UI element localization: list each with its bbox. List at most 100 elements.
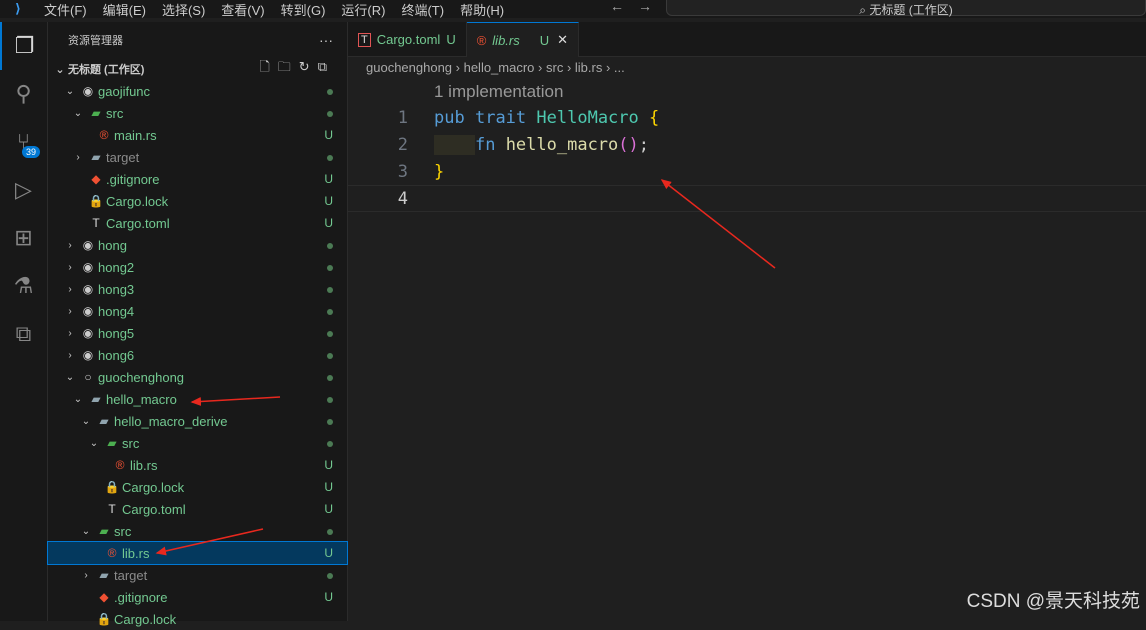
tree-item-label: Cargo.toml [122, 501, 186, 517]
tree-item[interactable]: T Cargo.toml U [48, 498, 347, 520]
menu-item[interactable]: 选择(S) [154, 0, 213, 19]
tab-label: lib.rs [492, 32, 520, 48]
chevron-down-icon: ⌄ [55, 63, 65, 76]
breadcrumb-item[interactable]: hello_macro [464, 60, 535, 75]
workspace-name: 无标题 (工作区) [68, 64, 145, 76]
menu-item[interactable]: 终端(T) [393, 0, 452, 19]
modified-dot-icon [327, 370, 333, 384]
tree-item[interactable]: › ◉ hong4 [48, 300, 347, 322]
tree-item[interactable]: ⌄ ○ guochenghong [48, 366, 347, 388]
line-number: 1 [397, 107, 408, 128]
chevron-right-icon: › [76, 151, 80, 163]
chevron-down-icon: ⌄ [81, 525, 91, 537]
tree-item[interactable]: › ◉ hong5 [48, 322, 347, 344]
modified-dot-icon [327, 436, 333, 450]
tree-item-label: hello_macro_derive [114, 413, 228, 429]
line-number: 2 [397, 134, 408, 155]
git-status: U [324, 128, 333, 142]
git-status: U [324, 502, 333, 516]
token: { [649, 107, 660, 128]
workspace-header[interactable]: ⌄ 无标题 (工作区) 🗋🗀↻⧉ [48, 58, 347, 80]
tab-lib.rs[interactable]: ® lib.rs U ✕ [466, 22, 580, 57]
scm-badge: 39 [22, 146, 41, 158]
testing-icon[interactable]: ⚗ [0, 262, 47, 310]
indent-guide [434, 134, 475, 155]
tab-Cargo.toml[interactable]: T Cargo.toml U [348, 22, 467, 57]
tree-item-label: target [106, 149, 140, 165]
tree-item[interactable]: ⌄ ▰ hello_macro [48, 388, 347, 410]
rust-file-icon: ® [107, 546, 117, 560]
modified-dot-icon [327, 392, 333, 406]
run-debug-icon[interactable]: ▷ [0, 166, 47, 214]
tree-item[interactable]: ® main.rs U [48, 124, 347, 146]
tree-item[interactable]: 🔒 Cargo.lock [48, 608, 347, 630]
folder-icon: ▰ [99, 568, 109, 582]
extensions-icon[interactable]: ⊞ [0, 214, 47, 262]
toml-file-icon: T [108, 502, 116, 516]
explorer-icon[interactable]: ❐ [0, 22, 47, 70]
explorer-tools-icons[interactable]: 🗋🗀↻⧉ [259, 58, 335, 80]
tree-item[interactable]: › ◉ hong2 [48, 256, 347, 278]
tree-item[interactable]: ⌄ ▰ src [48, 102, 347, 124]
file-tree: ⌄ ◉ gaojifunc ⌄ ▰ src ® main.rs U › ▰ target ◆ .gitig… [47, 80, 348, 630]
tree-item[interactable]: T Cargo.toml U [48, 212, 347, 234]
tree-item[interactable]: 🔒 Cargo.lock U [48, 190, 347, 212]
breadcrumb-item[interactable]: src [546, 60, 563, 75]
chevron-right-icon: › [68, 283, 72, 295]
tree-item[interactable]: › ▰ target [48, 146, 347, 168]
tree-item[interactable]: › ▰ target [48, 564, 347, 586]
command-center-search[interactable]: ⌕ 无标题 (工作区) [666, 0, 1146, 17]
tree-item-label: hong5 [98, 325, 135, 341]
toml-file-icon: T [92, 216, 100, 230]
tree-item[interactable]: ⌄ ▰ src [48, 432, 347, 454]
menu-item[interactable]: 文件(F) [36, 0, 95, 19]
menu-item[interactable]: 编辑(E) [95, 0, 154, 19]
git-status: U [539, 32, 550, 48]
tree-item[interactable]: ® lib.rs U [48, 454, 347, 476]
folder-src-icon: ▰ [99, 524, 109, 538]
git-status: U [324, 194, 333, 208]
breadcrumb-item[interactable]: ... [614, 60, 625, 75]
search-label: 无标题 (工作区) [869, 3, 953, 17]
lock-file-icon: 🔒 [96, 612, 112, 626]
menu-item[interactable]: 帮助(H) [452, 0, 512, 19]
tree-item[interactable]: ® lib.rs U [47, 541, 348, 565]
chevron-right-icon: › [68, 239, 72, 251]
chevron-down-icon: ⌄ [89, 437, 99, 449]
tree-item-label: .gitignore [106, 171, 160, 187]
git-status: U [324, 216, 333, 230]
rust-file-icon: ® [476, 32, 487, 48]
tree-item[interactable]: › ◉ hong3 [48, 278, 347, 300]
breadcrumb-item[interactable]: guochenghong [366, 60, 452, 75]
tree-item[interactable]: › ◉ hong [48, 234, 347, 256]
source-control-icon[interactable]: ⑂ 39 [0, 118, 47, 166]
tree-item[interactable]: › ◉ hong6 [48, 344, 347, 366]
tree-item-label: hong4 [98, 303, 135, 319]
tree-item[interactable]: ◆ .gitignore U [48, 586, 347, 608]
menu-item[interactable]: 运行(R) [333, 0, 393, 19]
chevron-right-icon: › [602, 60, 614, 75]
modified-dot-icon [327, 414, 333, 428]
lock-file-icon: 🔒 [88, 194, 104, 208]
tree-item[interactable]: ◆ .gitignore U [48, 168, 347, 190]
close-icon[interactable]: ✕ [557, 32, 568, 48]
tree-item-label: src [114, 523, 132, 539]
modified-dot-icon [327, 150, 333, 164]
remote-icon[interactable]: ⧉ [0, 310, 47, 358]
tree-item[interactable]: ⌄ ◉ gaojifunc [48, 80, 347, 102]
breadcrumb-item[interactable]: lib.rs [575, 60, 602, 75]
tree-item-label: Cargo.lock [106, 193, 169, 209]
modified-dot-icon [327, 282, 333, 296]
lock-file-icon: 🔒 [104, 480, 120, 494]
tree-item[interactable]: ⌄ ▰ hello_macro_derive [48, 410, 347, 432]
tree-item[interactable]: 🔒 Cargo.lock U [48, 476, 347, 498]
codelens[interactable]: 1 implementation [434, 82, 563, 102]
tree-item[interactable]: ⌄ ▰ src [48, 520, 347, 542]
menu-item[interactable]: 查看(V) [213, 0, 272, 19]
menu-item[interactable]: 转到(G) [273, 0, 334, 19]
back-forward-icon[interactable]: ←→ [610, 0, 666, 14]
search-icon[interactable]: ⚲ [0, 70, 47, 118]
tree-item-label: hello_macro [106, 391, 177, 407]
more-icon[interactable]: ··· [319, 32, 333, 48]
code-editor[interactable]: 1 implementation 1 pub trait HelloMacro {… [348, 80, 1146, 621]
